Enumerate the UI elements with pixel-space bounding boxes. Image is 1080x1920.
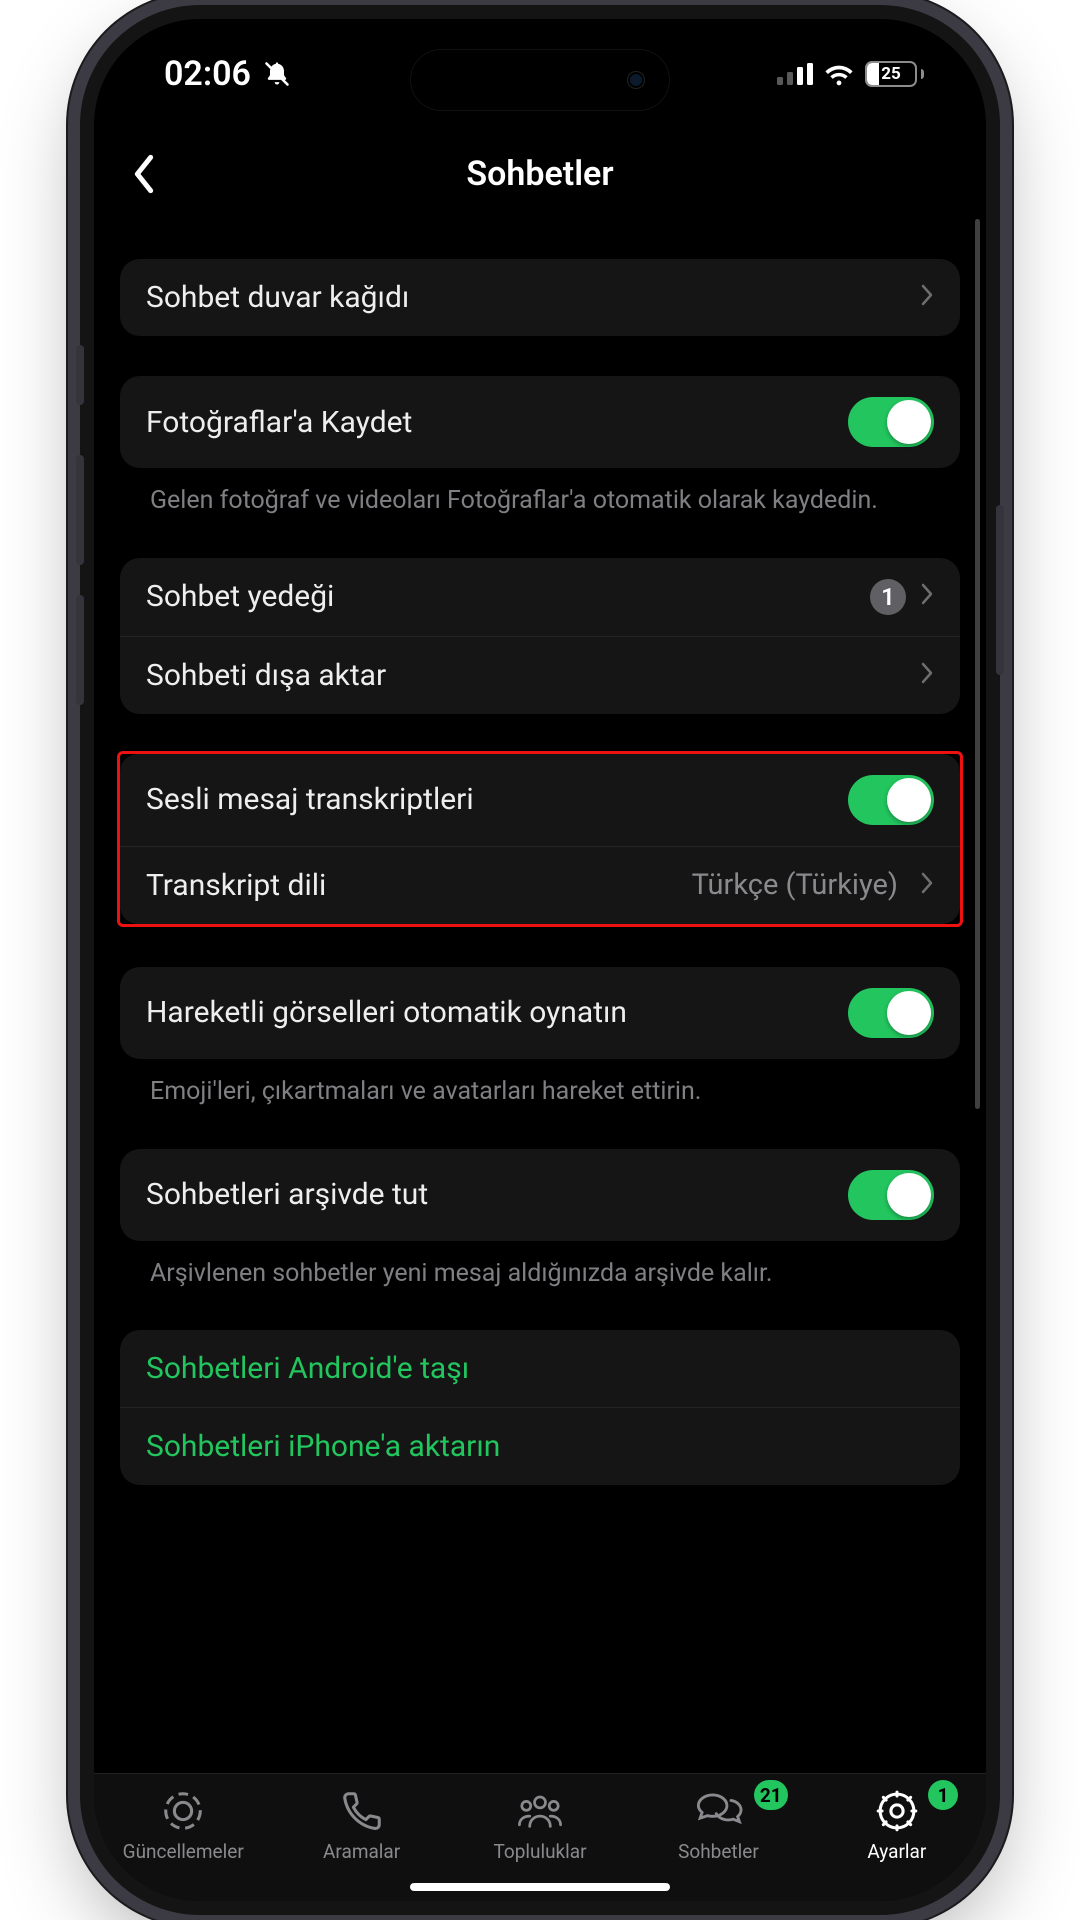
highlight-transcripts: Sesli mesaj transkriptleri Transkript di… [117,751,963,927]
volume-down-button [76,595,84,705]
home-indicator[interactable] [410,1883,670,1891]
nav-header: Sohbetler [94,129,986,219]
row-save-photos[interactable]: Fotoğraflar'a Kaydet [120,376,960,468]
cellular-icon [777,63,813,85]
chevron-right-icon [920,658,934,693]
row-move-iphone[interactable]: Sohbetleri iPhone'a aktarın [120,1407,960,1485]
row-label: Transkript dili [146,868,692,903]
tab-badge: 21 [754,1780,788,1810]
page-title: Sohbetler [466,154,613,194]
row-backup[interactable]: Sohbet yedeği 1 [120,558,960,636]
chevron-right-icon [920,579,934,614]
row-export[interactable]: Sohbeti dışa aktar [120,636,960,714]
chevron-left-icon [132,154,156,194]
tab-communities[interactable]: Topluluklar [451,1774,629,1877]
toggle-transcripts[interactable] [848,775,934,825]
dynamic-island [410,49,670,111]
chevron-right-icon [920,868,934,903]
row-label: Sohbetleri Android'e taşı [146,1351,934,1386]
volume-up-button [76,455,84,565]
row-description: Emoji'leri, çıkartmaları ve avatarları h… [120,1075,960,1109]
status-time: 02:06 [164,54,251,94]
back-button[interactable] [114,144,174,204]
toggle-save-photos[interactable] [848,397,934,447]
tab-bar: Güncellemeler Aramalar Topluluklar 21 So… [94,1773,986,1901]
tab-label: Aramalar [323,1840,400,1863]
tab-chats[interactable]: 21 Sohbetler [629,1774,807,1877]
row-autoplay[interactable]: Hareketli görselleri otomatik oynatın [120,967,960,1059]
chevron-right-icon [920,280,934,315]
row-label: Sohbeti dışa aktar [146,658,920,693]
row-description: Arşivlenen sohbetler yeni mesaj aldığını… [120,1257,960,1291]
row-move-android[interactable]: Sohbetleri Android'e taşı [120,1330,960,1407]
phone-icon [339,1788,385,1834]
toggle-archive[interactable] [848,1170,934,1220]
settings-scroll: Sohbet duvar kağıdı Fotoğraflar'a Kaydet… [94,219,986,1773]
tab-updates[interactable]: Güncellemeler [94,1774,272,1877]
wifi-icon [823,62,855,86]
row-transcript-lang[interactable]: Transkript dili Türkçe (Türkiye) [120,846,960,924]
row-label: Fotoğraflar'a Kaydet [146,405,848,440]
silent-icon [263,60,291,88]
scrollbar[interactable] [975,219,980,1109]
tab-label: Sohbetler [678,1840,759,1863]
power-button [996,505,1004,675]
row-transcripts[interactable]: Sesli mesaj transkriptleri [120,754,960,846]
row-label: Sesli mesaj transkriptleri [146,782,848,817]
toggle-autoplay[interactable] [848,988,934,1038]
row-label: Sohbet yedeği [146,579,870,614]
communities-icon [516,1788,564,1834]
row-archive[interactable]: Sohbetleri arşivde tut [120,1149,960,1241]
row-wallpaper[interactable]: Sohbet duvar kağıdı [120,259,960,336]
row-value: Türkçe (Türkiye) [692,868,898,902]
tab-calls[interactable]: Aramalar [272,1774,450,1877]
tab-settings[interactable]: 1 Ayarlar [808,1774,986,1877]
chats-icon [693,1788,743,1834]
mute-switch [76,345,84,405]
row-label: Sohbetleri arşivde tut [146,1177,848,1212]
tab-label: Topluluklar [493,1840,586,1863]
updates-icon [160,1788,206,1834]
tab-label: Güncellemeler [123,1840,244,1863]
gear-icon [874,1788,920,1834]
row-label: Hareketli görselleri otomatik oynatın [146,995,848,1030]
badge-count: 1 [870,579,906,615]
tab-badge: 1 [928,1780,958,1810]
battery-indicator: 25 [865,61,924,87]
row-label: Sohbetleri iPhone'a aktarın [146,1429,934,1464]
row-description: Gelen fotoğraf ve videoları Fotoğraflar'… [120,484,960,518]
tab-label: Ayarlar [867,1840,926,1863]
row-label: Sohbet duvar kağıdı [146,280,920,315]
